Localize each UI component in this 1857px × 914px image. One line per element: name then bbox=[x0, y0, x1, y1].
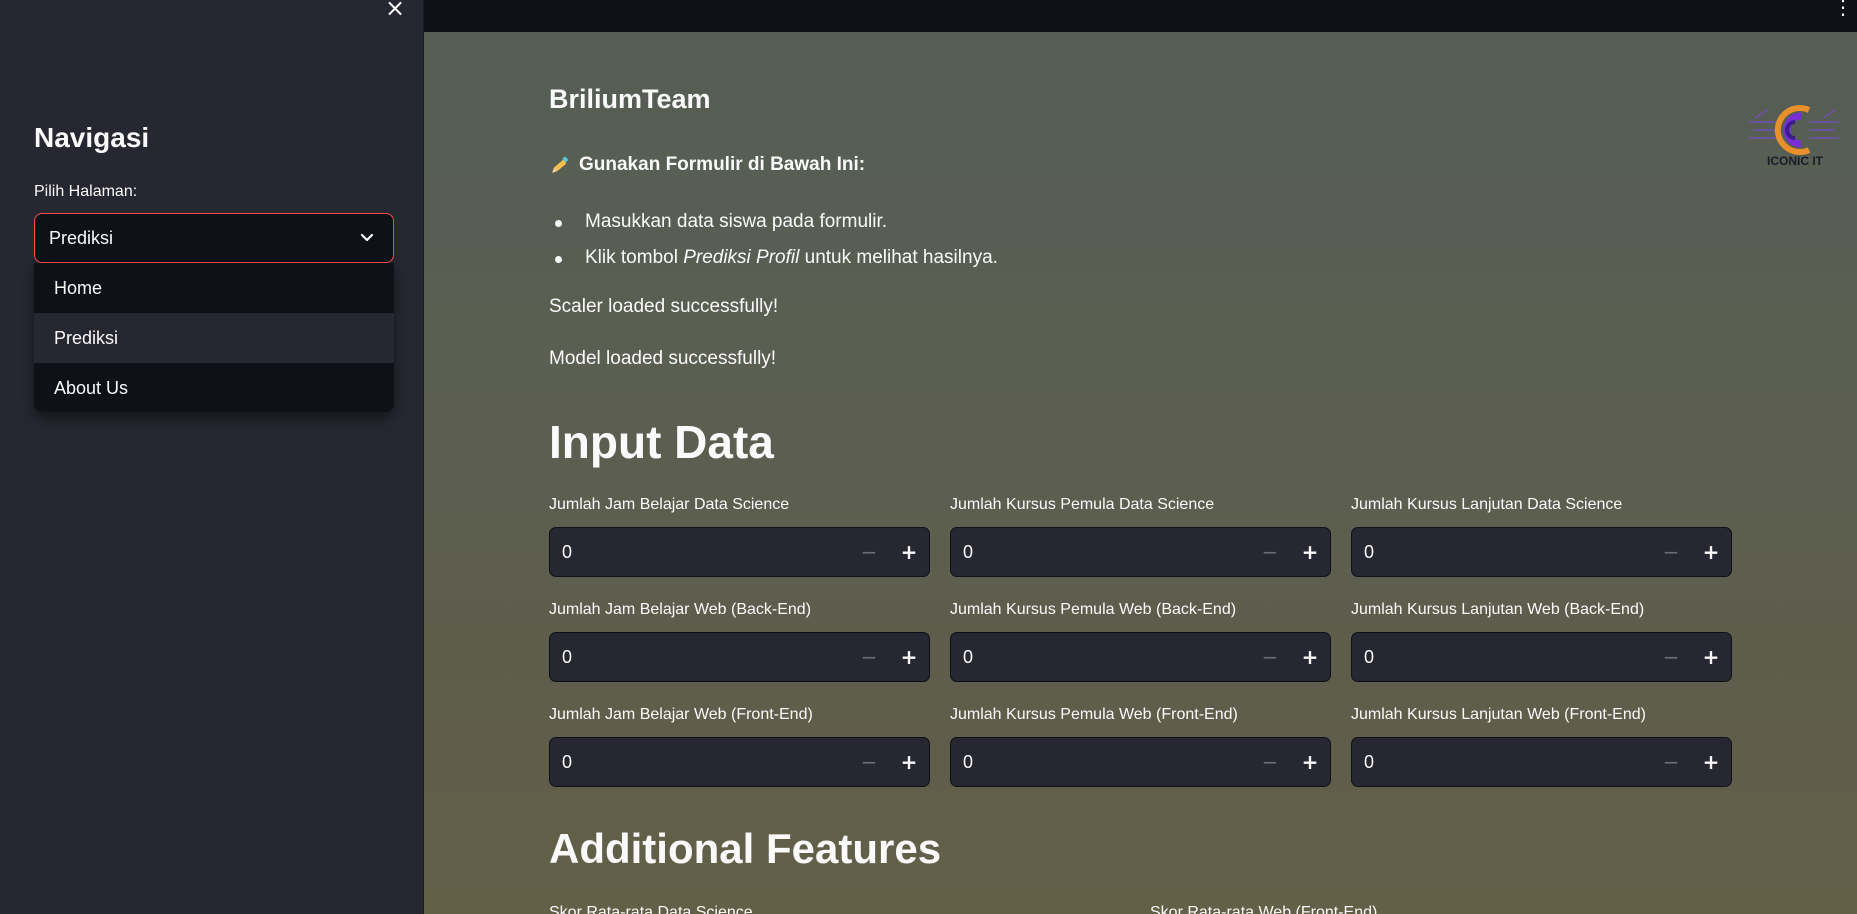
minus-button[interactable]: − bbox=[1651, 528, 1691, 576]
sidebar-title: Navigasi bbox=[34, 122, 150, 153]
field-label-skor-ds: Skor Rata-rata Data Science bbox=[549, 904, 753, 914]
number-value[interactable]: 0 bbox=[550, 647, 849, 668]
plus-button[interactable]: + bbox=[1290, 528, 1330, 576]
input-data-heading: Input Data bbox=[549, 416, 774, 468]
number-value[interactable]: 0 bbox=[951, 752, 1250, 773]
field-kursus-pemula-backend: Jumlah Kursus Pemula Web (Back-End) 0 − … bbox=[950, 598, 1331, 682]
chevron-down-icon bbox=[360, 233, 374, 242]
number-input: 0 − + bbox=[549, 632, 930, 682]
number-input: 0 − + bbox=[549, 737, 930, 787]
pencil-icon bbox=[552, 156, 569, 173]
field-label: Jumlah Jam Belajar Web (Front-End) bbox=[549, 706, 813, 723]
field-label: Jumlah Kursus Lanjutan Data Science bbox=[1351, 496, 1623, 513]
field-kursus-lanjutan-backend: Jumlah Kursus Lanjutan Web (Back-End) 0 … bbox=[1351, 598, 1732, 682]
number-input: 0 − + bbox=[1351, 737, 1732, 787]
number-value[interactable]: 0 bbox=[1352, 752, 1651, 773]
field-jam-belajar-ds: Jumlah Jam Belajar Data Science 0 − + bbox=[549, 493, 930, 577]
instruction-list: Masukkan data siswa pada formulir. Klik … bbox=[549, 204, 998, 276]
plus-button[interactable]: + bbox=[889, 528, 929, 576]
plus-button[interactable]: + bbox=[1290, 633, 1330, 681]
field-kursus-pemula-frontend: Jumlah Kursus Pemula Web (Front-End) 0 −… bbox=[950, 703, 1331, 787]
number-input: 0 − + bbox=[950, 527, 1331, 577]
field-jam-belajar-backend: Jumlah Jam Belajar Web (Back-End) 0 − + bbox=[549, 598, 930, 682]
bullet-text: Masukkan data siswa pada formulir. bbox=[585, 211, 888, 232]
additional-features-heading: Additional Features bbox=[549, 825, 942, 872]
brand-title: BriliumTeam bbox=[549, 84, 711, 114]
minus-button[interactable]: − bbox=[1250, 633, 1290, 681]
plus-button[interactable]: + bbox=[1691, 738, 1731, 786]
page-select-value: Prediksi bbox=[49, 227, 114, 248]
plus-button[interactable]: + bbox=[1691, 528, 1731, 576]
logo-graphic-icon bbox=[1749, 105, 1839, 155]
main-content: BriliumTeam ICONIC IT Gunakan Formulir d… bbox=[424, 32, 1857, 914]
close-icon[interactable]: × bbox=[383, 0, 407, 20]
page-select-dropdown: Home Prediksi About Us bbox=[34, 263, 394, 412]
number-input: 0 − + bbox=[1351, 632, 1732, 682]
plus-button[interactable]: + bbox=[889, 633, 929, 681]
bullet-text-post: untuk melihat hasilnya. bbox=[799, 247, 998, 268]
sidebar: × Navigasi Pilih Halaman: Prediksi Home … bbox=[0, 0, 424, 914]
field-kursus-pemula-ds: Jumlah Kursus Pemula Data Science 0 − + bbox=[950, 493, 1331, 577]
kebab-menu-icon[interactable]: ⋮ bbox=[1833, 0, 1853, 18]
option-prediksi[interactable]: Prediksi bbox=[34, 313, 394, 363]
select-label: Pilih Halaman: bbox=[34, 183, 138, 200]
field-label: Jumlah Kursus Pemula Web (Back-End) bbox=[950, 601, 1237, 618]
field-kursus-lanjutan-frontend: Jumlah Kursus Lanjutan Web (Front-End) 0… bbox=[1351, 703, 1732, 787]
number-value[interactable]: 0 bbox=[951, 647, 1250, 668]
form-instructions-heading: Gunakan Formulir di Bawah Ini: bbox=[549, 154, 865, 176]
number-value[interactable]: 0 bbox=[1352, 647, 1651, 668]
plus-button[interactable]: + bbox=[1691, 633, 1731, 681]
field-label: Jumlah Kursus Lanjutan Web (Front-End) bbox=[1351, 706, 1646, 723]
field-label: Jumlah Jam Belajar Web (Back-End) bbox=[549, 601, 812, 618]
number-value[interactable]: 0 bbox=[550, 752, 849, 773]
number-input: 0 − + bbox=[950, 632, 1331, 682]
field-label-skor-frontend: Skor Rata-rata Web (Front-End) bbox=[1150, 904, 1378, 914]
scaler-status: Scaler loaded successfully! bbox=[549, 296, 779, 317]
top-bar: ⋮ bbox=[424, 0, 1857, 32]
minus-button[interactable]: − bbox=[849, 738, 889, 786]
field-label: Jumlah Kursus Lanjutan Web (Back-End) bbox=[1351, 601, 1645, 618]
field-label: Jumlah Jam Belajar Data Science bbox=[549, 496, 790, 513]
field-kursus-lanjutan-ds: Jumlah Kursus Lanjutan Data Science 0 − … bbox=[1351, 493, 1732, 577]
plus-button[interactable]: + bbox=[1290, 738, 1330, 786]
minus-button[interactable]: − bbox=[849, 633, 889, 681]
bullet-text-pre: Klik tombol bbox=[585, 247, 684, 268]
number-input: 0 − + bbox=[950, 737, 1331, 787]
minus-button[interactable]: − bbox=[1250, 738, 1290, 786]
field-jam-belajar-frontend: Jumlah Jam Belajar Web (Front-End) 0 − + bbox=[549, 703, 930, 787]
minus-button[interactable]: − bbox=[1250, 528, 1290, 576]
field-label: Jumlah Kursus Pemula Data Science bbox=[950, 496, 1215, 513]
minus-button[interactable]: − bbox=[1651, 633, 1691, 681]
number-input: 0 − + bbox=[549, 527, 930, 577]
minus-button[interactable]: − bbox=[1651, 738, 1691, 786]
bullet-text-emphasis: Prediksi Profil bbox=[683, 247, 800, 268]
option-about-us[interactable]: About Us bbox=[34, 363, 394, 412]
iconic-it-logo: ICONIC IT bbox=[1739, 80, 1849, 190]
number-value[interactable]: 0 bbox=[1352, 542, 1651, 563]
list-item: Klik tombol Prediksi Profil untuk meliha… bbox=[549, 240, 998, 276]
option-home[interactable]: Home bbox=[34, 263, 394, 313]
number-value[interactable]: 0 bbox=[550, 542, 849, 563]
minus-button[interactable]: − bbox=[849, 528, 889, 576]
logo-text: ICONIC IT bbox=[1767, 154, 1823, 168]
number-input: 0 − + bbox=[1351, 527, 1732, 577]
number-value[interactable]: 0 bbox=[951, 542, 1250, 563]
model-status: Model loaded successfully! bbox=[549, 348, 777, 369]
page-select[interactable]: Prediksi bbox=[34, 213, 394, 263]
subhead-text: Gunakan Formulir di Bawah Ini: bbox=[579, 154, 866, 175]
field-label: Jumlah Kursus Pemula Web (Front-End) bbox=[950, 706, 1238, 723]
list-item: Masukkan data siswa pada formulir. bbox=[549, 204, 998, 240]
plus-button[interactable]: + bbox=[889, 738, 929, 786]
